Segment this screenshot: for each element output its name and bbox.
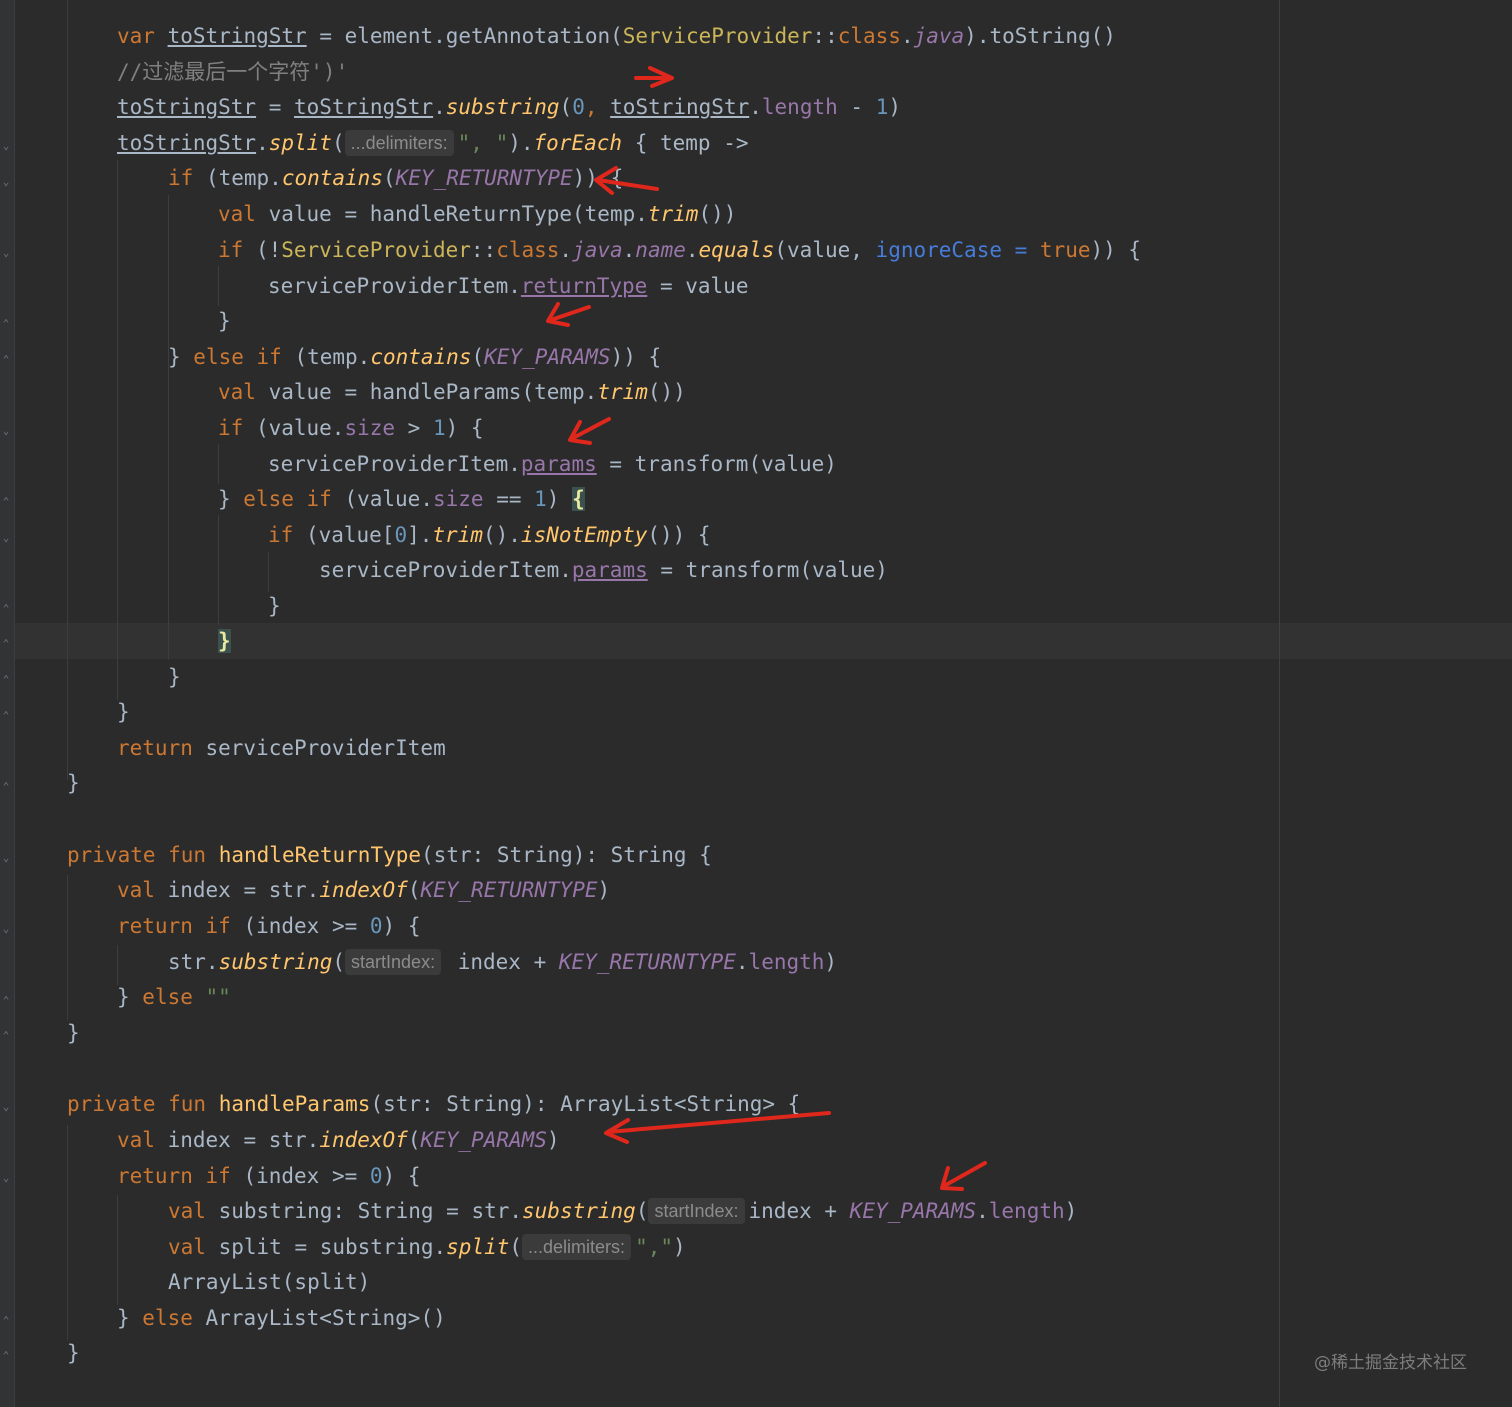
annotation-arrow-icon	[604, 1111, 831, 1144]
annotation-arrow-icon	[634, 66, 674, 88]
annotation-arrow-icon	[940, 1161, 987, 1191]
annotation-arrows	[546, 66, 987, 1191]
annotation-arrow-icon	[568, 417, 611, 445]
watermark: @稀土掘金技术社区	[1314, 1353, 1467, 1373]
annotation-arrow-icon	[594, 166, 659, 195]
annotation-arrow-icon	[546, 302, 591, 327]
